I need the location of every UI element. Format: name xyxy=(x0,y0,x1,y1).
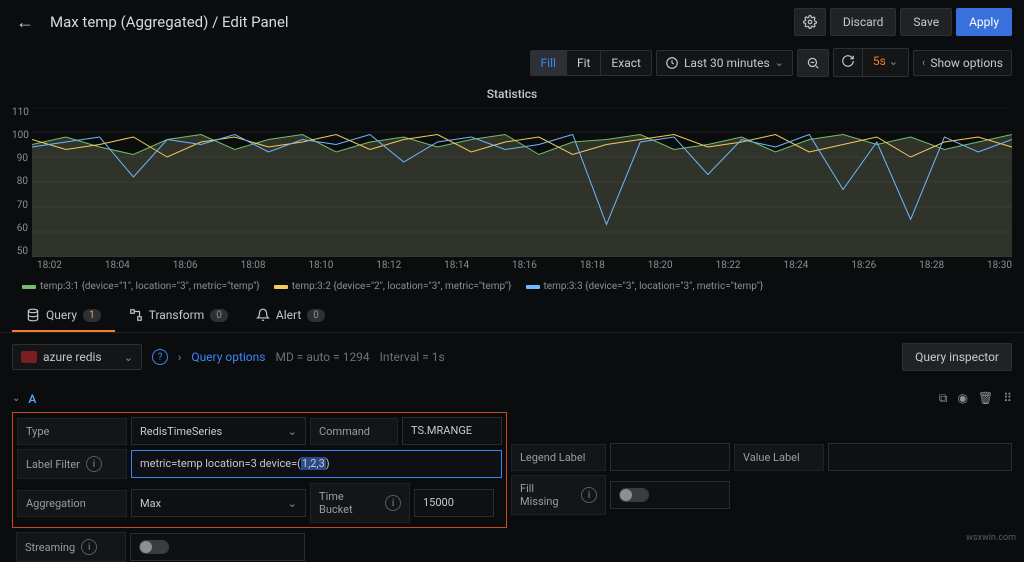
labelfilter-label: Label Filter i xyxy=(17,449,127,479)
bell-icon xyxy=(256,308,270,322)
timebucket-label: Time Bucket i xyxy=(310,483,410,523)
view-toolbar: Fill Fit Exact Last 30 minutes ⌄ 5s ⌄ ‹ … xyxy=(0,44,1024,85)
aggregation-label: Aggregation xyxy=(17,490,127,517)
legend-item[interactable]: temp:3:2 {device="2", location="3", metr… xyxy=(274,281,512,292)
legendlabel-input[interactable] xyxy=(610,443,730,471)
zoom-out-button[interactable] xyxy=(797,49,829,77)
chart-plot[interactable] xyxy=(32,107,1012,257)
discard-button[interactable]: Discard xyxy=(830,8,897,36)
query-row-header[interactable]: ⌄ A ⧉ ◉ 🗑 ⠿ xyxy=(12,387,1012,410)
tab-query[interactable]: Query 1 xyxy=(12,300,115,332)
chevron-down-icon: ⌄ xyxy=(775,56,784,69)
fill-mode[interactable]: Fill xyxy=(531,51,567,75)
refresh-icon xyxy=(841,54,855,68)
show-options-button[interactable]: ‹ Show options xyxy=(913,50,1012,76)
command-label: Command xyxy=(310,418,398,445)
timebucket-input[interactable]: 15000 xyxy=(414,489,494,517)
query-count-badge: 1 xyxy=(83,309,101,322)
transform-icon xyxy=(129,308,143,322)
highlighted-query-config: Type RedisTimeSeries⌄ Command TS.MRANGE … xyxy=(12,412,507,528)
query-options-link[interactable]: Query options xyxy=(191,350,265,364)
drag-handle-icon[interactable]: ⠿ xyxy=(1003,391,1012,406)
aggregation-select[interactable]: Max⌄ xyxy=(131,489,306,517)
chevron-down-icon: ⌄ xyxy=(124,351,133,364)
legend-swatch xyxy=(22,285,36,289)
clock-icon xyxy=(665,56,679,70)
fillmissing-toggle[interactable] xyxy=(619,488,649,502)
zoom-out-icon xyxy=(806,56,820,70)
page-title: Max temp (Aggregated) / Edit Panel xyxy=(50,13,782,31)
y-axis: 1101009080706050 xyxy=(12,107,32,257)
editor-tabs: Query 1 Transform 0 Alert 0 xyxy=(0,300,1024,333)
command-value: TS.MRANGE xyxy=(402,417,502,445)
query-editor: ⌄ A ⧉ ◉ 🗑 ⠿ Type RedisTimeSeries⌄ Comman… xyxy=(0,381,1024,562)
database-icon xyxy=(26,308,40,322)
save-button[interactable]: Save xyxy=(900,8,952,36)
info-icon[interactable]: i xyxy=(385,495,401,511)
tab-alert[interactable]: Alert 0 xyxy=(242,300,339,332)
query-ref-id: A xyxy=(28,392,36,406)
chevron-down-icon: ⌄ xyxy=(288,497,297,510)
info-icon[interactable]: i xyxy=(581,487,597,503)
panel-header: ← Max temp (Aggregated) / Edit Panel Dis… xyxy=(0,0,1024,44)
legend-swatch xyxy=(274,285,288,289)
streaming-toggle-wrap xyxy=(130,533,305,561)
time-range-label: Last 30 minutes xyxy=(684,56,770,70)
streaming-label: Streaming i xyxy=(16,532,126,562)
streaming-toggle[interactable] xyxy=(139,540,169,554)
labelfilter-input[interactable]: metric=temp location=3 device=(1,2,3) xyxy=(131,450,502,478)
exact-mode[interactable]: Exact xyxy=(601,51,651,75)
duplicate-query-icon[interactable]: ⧉ xyxy=(939,391,948,406)
type-select[interactable]: RedisTimeSeries⌄ xyxy=(131,417,306,445)
watermark: wsxwin.com xyxy=(966,533,1016,543)
fillmissing-toggle-wrap xyxy=(610,481,730,509)
apply-button[interactable]: Apply xyxy=(956,8,1012,36)
transform-count-badge: 0 xyxy=(210,309,228,322)
fit-mode-group: Fill Fit Exact xyxy=(530,50,652,76)
info-icon[interactable]: i xyxy=(86,456,102,472)
x-axis: 18:0218:0418:0618:0818:1018:1218:1418:16… xyxy=(12,257,1012,271)
redis-icon xyxy=(21,351,37,363)
legendlabel-label: Legend Label xyxy=(511,444,606,471)
fillmissing-label: Fill Missing i xyxy=(511,475,606,515)
settings-button[interactable] xyxy=(794,8,826,36)
toggle-query-icon[interactable]: ◉ xyxy=(957,391,967,406)
md-info: MD = auto = 1294 xyxy=(275,350,369,364)
delete-query-icon[interactable]: 🗑 xyxy=(978,391,993,406)
gear-icon xyxy=(803,15,817,29)
back-button[interactable]: ← xyxy=(12,10,38,35)
refresh-group: 5s ⌄ xyxy=(833,48,909,77)
valuelabel-input[interactable] xyxy=(828,443,1012,471)
legend-item[interactable]: temp:3:1 {device="1", location="3", metr… xyxy=(22,281,260,292)
info-icon[interactable]: i xyxy=(81,539,97,555)
chevron-left-icon: ‹ xyxy=(922,56,925,69)
alert-count-badge: 0 xyxy=(307,309,325,322)
info-icon[interactable]: ? xyxy=(152,349,168,365)
datasource-select[interactable]: azure redis ⌄ xyxy=(12,344,142,370)
refresh-interval[interactable]: 5s ⌄ xyxy=(863,49,908,76)
chart-panel: Statistics 1101009080706050 18:0218:0418… xyxy=(0,85,1024,275)
tab-transform[interactable]: Transform 0 xyxy=(115,300,242,332)
refresh-button[interactable] xyxy=(834,49,863,76)
valuelabel-label: Value Label xyxy=(734,444,824,471)
type-label: Type xyxy=(17,418,127,445)
chevron-down-icon: ⌄ xyxy=(12,393,20,404)
legend-item[interactable]: temp:3:3 {device="3", location="3", metr… xyxy=(526,281,764,292)
fit-mode[interactable]: Fit xyxy=(567,51,601,75)
query-inspector-button[interactable]: Query inspector xyxy=(902,343,1012,371)
chevron-down-icon: ⌄ xyxy=(288,425,297,438)
time-range-picker[interactable]: Last 30 minutes ⌄ xyxy=(656,50,793,76)
chevron-down-icon: ⌄ xyxy=(889,55,898,68)
chart-legend: temp:3:1 {device="1", location="3", metr… xyxy=(0,275,1024,300)
query-toolbar: azure redis ⌄ ? › Query options MD = aut… xyxy=(0,333,1024,381)
interval-info: Interval = 1s xyxy=(380,350,445,364)
chevron-right-icon: › xyxy=(178,351,181,364)
chart-title: Statistics xyxy=(12,85,1012,107)
legend-swatch xyxy=(526,285,540,289)
query-config-right: Legend Label Value Label Fill Missing i xyxy=(507,410,1012,528)
